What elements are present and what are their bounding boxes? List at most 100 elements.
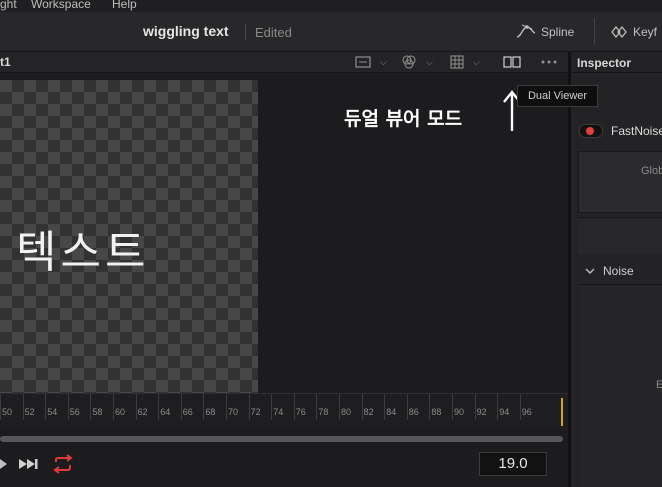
noise-section-label: Noise — [603, 264, 634, 278]
ruler-tick-label: 78 — [318, 407, 329, 417]
grid-options-dropdown[interactable]: ⌵ — [449, 54, 480, 70]
ruler-tick — [0, 394, 1, 420]
ruler-tick-label: 60 — [115, 407, 126, 417]
ruler-tick-label: 72 — [250, 407, 261, 417]
annotation-label: 듀얼 뷰어 모드 — [344, 108, 463, 130]
keyframes-button[interactable]: Keyf — [609, 21, 657, 43]
ruler-tick-label: 84 — [386, 407, 397, 417]
ruler-tick — [474, 394, 476, 420]
time-ruler[interactable]: 50 52 54 56 58 60 62 64 66 68 70 72 74 76 78 80 82 84 86 88… — [0, 393, 568, 430]
more-options-button[interactable] — [539, 54, 559, 70]
ruler-tick-label: 74 — [273, 407, 284, 417]
project-title: wiggling text — [143, 23, 229, 39]
ruler-tick — [90, 394, 92, 420]
noise-row-label: E — [656, 379, 662, 391]
transport-bar: 19.0 — [0, 446, 568, 487]
noise-section-body — [578, 284, 662, 487]
ruler-tick — [135, 394, 137, 420]
current-frame-field[interactable]: 19.0 — [479, 452, 547, 476]
ruler-tick-label: 64 — [160, 407, 171, 417]
skip-to-end-icon[interactable] — [18, 456, 40, 472]
ruler-tick — [113, 394, 114, 420]
toolbar-divider — [594, 18, 595, 44]
inspector-panel: Inspector FastNoise Glob Noise E — [571, 52, 662, 487]
ruler-tick — [452, 394, 453, 420]
ruler-tick-label: 80 — [341, 407, 352, 417]
chevron-down-icon: ⌵ — [380, 56, 387, 67]
inspector-title: Inspector — [577, 56, 632, 70]
edited-status: Edited — [255, 25, 292, 40]
ruler-tick — [180, 394, 182, 420]
ruler-tick-label: 62 — [137, 407, 148, 417]
ruler-tick — [339, 394, 340, 420]
title-separator — [245, 24, 246, 40]
canvas-text: 텍스트 — [16, 227, 150, 278]
ruler-tick-label: 76 — [295, 407, 306, 417]
node-header[interactable]: FastNoise — [579, 122, 662, 140]
ruler-tick — [203, 394, 205, 420]
dual-viewer-tooltip: Dual Viewer — [517, 85, 598, 107]
inspector-subsection — [578, 217, 662, 254]
viewer-canvas[interactable]: 텍스트 — [0, 80, 258, 393]
ruler-tick — [293, 394, 295, 420]
ruler-tick-label: 52 — [24, 407, 35, 417]
monitor-icon — [355, 56, 371, 68]
viewer[interactable]: 텍스트 듀얼 뷰어 모드 — [0, 73, 568, 393]
ruler-tick — [497, 394, 499, 420]
ruler-tick — [406, 394, 408, 420]
ruler-tick-label: 96 — [521, 407, 532, 417]
ruler-tick-label: 88 — [431, 407, 442, 417]
ruler-tick — [226, 394, 227, 420]
ruler-tick — [22, 394, 24, 420]
chevron-down-icon: ⌵ — [473, 56, 480, 67]
title-bar: wiggling text Edited Spline Keyf — [0, 12, 662, 52]
viewer-name: t1 — [0, 55, 11, 69]
viewer-toolbar: t1 ⌵ ⌵ ⌵ — [0, 52, 568, 73]
color-channels-icon — [402, 55, 416, 69]
ruler-tick-label: 56 — [69, 407, 80, 417]
ruler-tick-label: 92 — [476, 407, 487, 417]
dual-viewer-button[interactable] — [502, 54, 522, 70]
dual-viewer-icon — [503, 56, 521, 68]
ruler-tick — [361, 394, 363, 420]
ruler-tick — [45, 394, 47, 420]
node-name: FastNoise — [611, 124, 662, 138]
ruler-tick-label: 70 — [228, 407, 239, 417]
chevron-down-icon — [585, 268, 595, 274]
ruler-tick — [316, 394, 318, 420]
ruler-tick-label: 50 — [2, 407, 13, 417]
node-enable-toggle[interactable] — [579, 124, 603, 138]
menu-item-workspace[interactable]: Workspace — [31, 0, 91, 11]
grid-icon — [450, 55, 464, 69]
ruler-tick-label: 66 — [182, 407, 193, 417]
keyframes-icon — [611, 25, 627, 39]
chevron-down-icon: ⌵ — [426, 56, 433, 67]
ruler-tick-label: 94 — [499, 407, 510, 417]
ruler-tick — [67, 394, 69, 420]
inspector-header: Inspector — [571, 52, 662, 73]
play-icon[interactable] — [0, 456, 10, 472]
spline-icon — [516, 24, 536, 38]
playhead[interactable] — [561, 398, 563, 426]
menu-item-help[interactable]: Help — [112, 0, 137, 11]
menu-item-fusion[interactable]: ght — [0, 0, 17, 11]
ruler-tick — [384, 394, 386, 420]
ruler-tick — [429, 394, 431, 420]
ruler-tick — [248, 394, 250, 420]
view-options-dropdown[interactable]: ⌵ — [354, 54, 387, 70]
ruler-tick-label: 58 — [92, 407, 103, 417]
loop-icon[interactable] — [51, 454, 75, 474]
more-icon — [541, 60, 557, 64]
timeline-scrollbar[interactable] — [0, 436, 563, 442]
ruler-tick-label: 90 — [454, 407, 465, 417]
noise-section-header[interactable]: Noise — [585, 264, 634, 278]
menu-bar: ght Workspace Help — [0, 0, 662, 12]
color-channel-dropdown[interactable]: ⌵ — [400, 54, 433, 70]
spline-button[interactable]: Spline — [515, 21, 574, 43]
ruler-tick — [158, 394, 160, 420]
global-section: Glob — [578, 151, 662, 213]
ruler-tick-label: 54 — [47, 407, 58, 417]
ruler-tick — [271, 394, 273, 420]
global-label: Glob — [641, 165, 662, 177]
spline-label: Spline — [541, 25, 575, 39]
